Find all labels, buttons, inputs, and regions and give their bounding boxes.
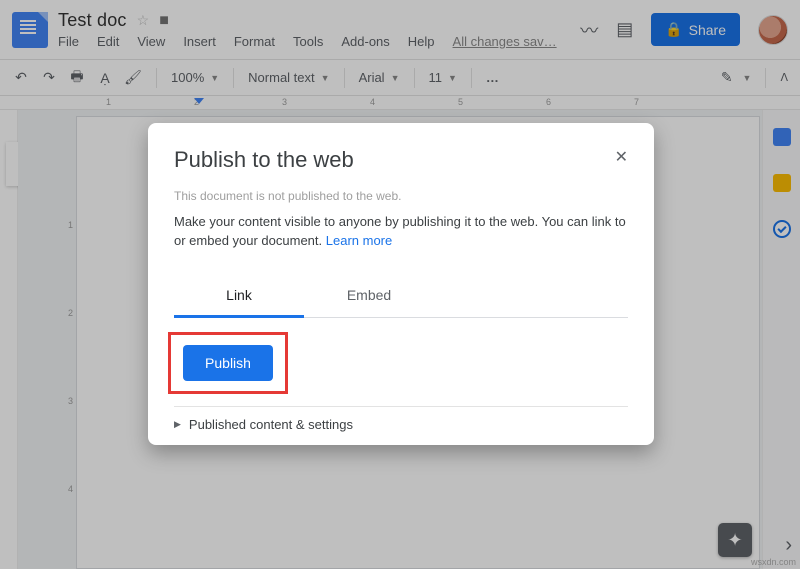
dialog-subtitle: This document is not published to the we… xyxy=(174,189,628,203)
publish-highlight: Publish xyxy=(168,332,288,394)
tab-embed[interactable]: Embed xyxy=(304,277,434,317)
close-icon[interactable]: ✕ xyxy=(615,147,628,167)
chevron-right-icon: ▶ xyxy=(174,419,181,430)
dialog-body-text: Make your content visible to anyone by p… xyxy=(174,214,626,248)
dialog-title: Publish to the web xyxy=(174,147,354,173)
publish-button[interactable]: Publish xyxy=(183,345,273,381)
divider xyxy=(174,406,628,407)
learn-more-link[interactable]: Learn more xyxy=(326,233,392,248)
tab-link[interactable]: Link xyxy=(174,277,304,318)
publish-dialog: Publish to the web ✕ This document is no… xyxy=(148,123,654,445)
dialog-tabs: Link Embed xyxy=(174,277,628,318)
dialog-body: Make your content visible to anyone by p… xyxy=(174,213,628,251)
published-settings-label: Published content & settings xyxy=(189,417,353,432)
published-settings-toggle[interactable]: ▶ Published content & settings xyxy=(174,417,628,432)
